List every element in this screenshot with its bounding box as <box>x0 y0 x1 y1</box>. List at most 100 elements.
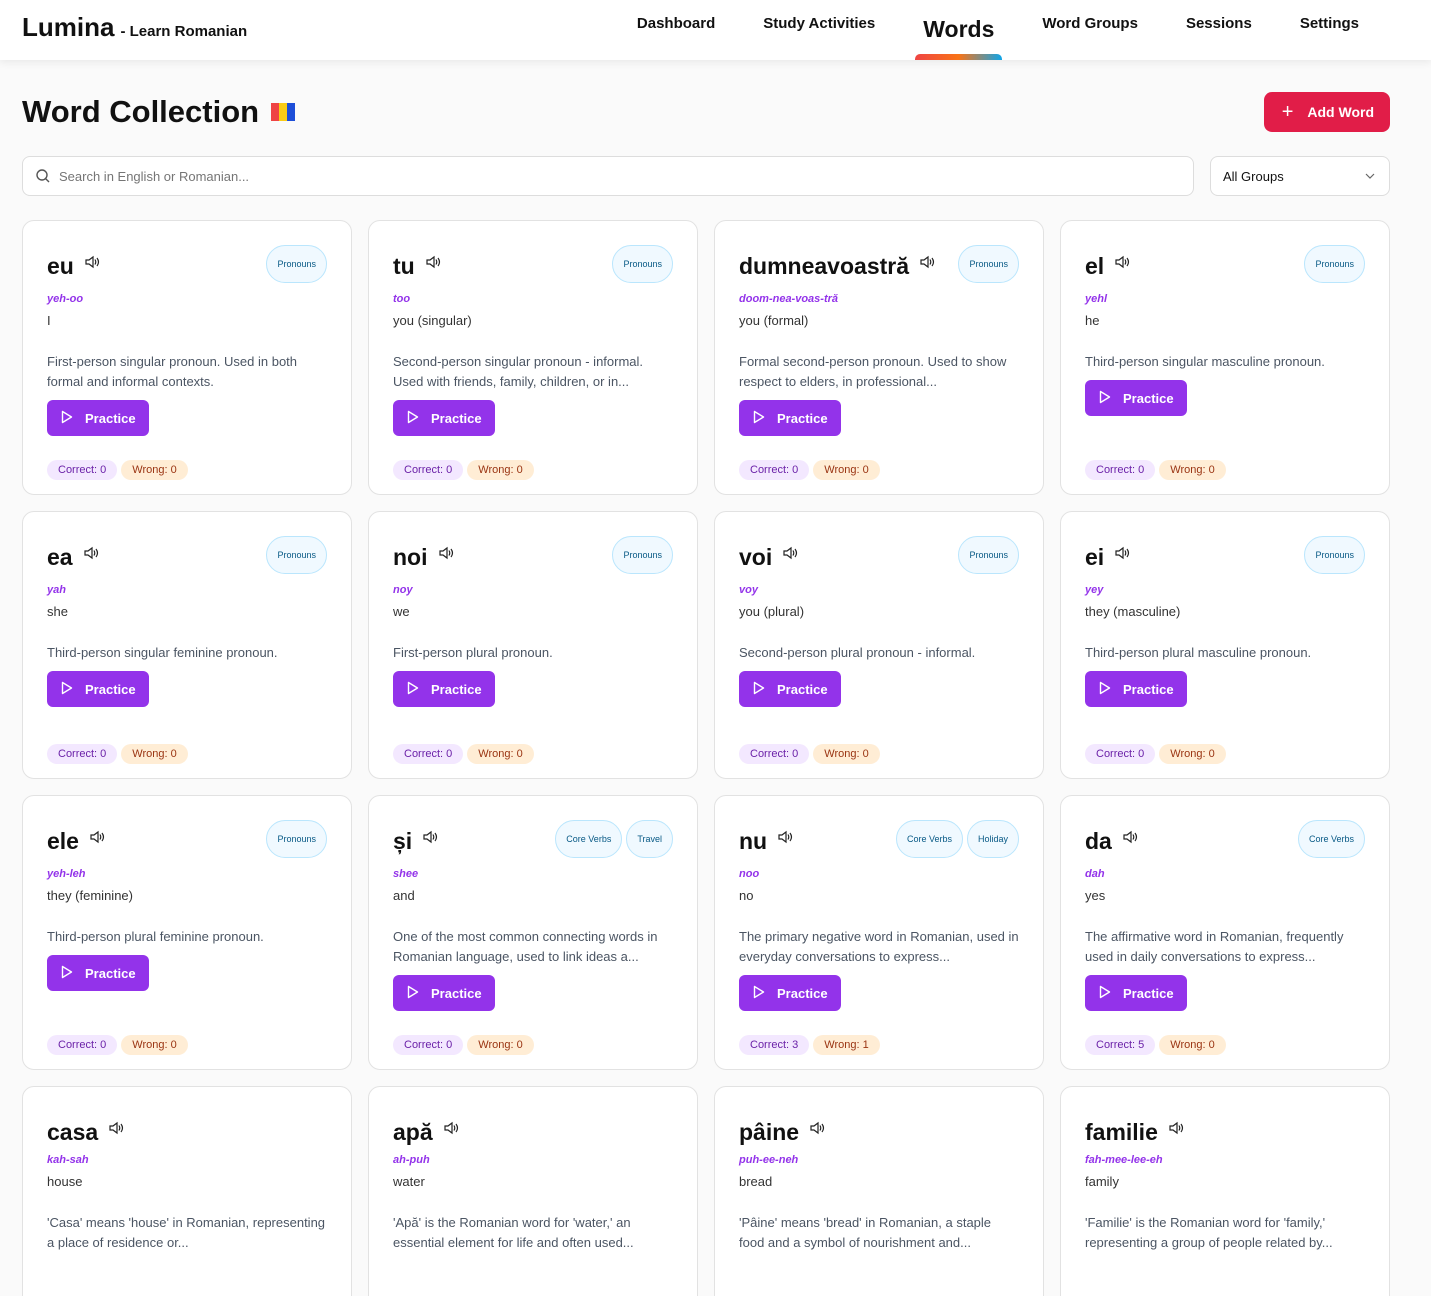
correct-count: Correct: 0 <box>393 460 464 480</box>
group-tag[interactable]: Pronouns <box>266 820 327 858</box>
nav-link-words[interactable]: Words <box>899 0 1018 60</box>
stats-row: Correct: 0 Wrong: 0 <box>393 1011 673 1055</box>
group-tag[interactable]: Core Verbs <box>895 820 963 858</box>
practice-label: Practice <box>85 965 136 981</box>
speaker-icon[interactable] <box>1122 830 1138 849</box>
nav-link-word-groups[interactable]: Word Groups <box>1018 0 1162 60</box>
practice-button[interactable]: Practice <box>393 975 495 1011</box>
group-tag[interactable]: Holiday <box>966 820 1019 858</box>
word-card: apă ah-puh water 'Apă' is the Romanian w… <box>368 1086 698 1296</box>
speaker-icon[interactable] <box>1114 255 1130 274</box>
description: Third-person plural feminine pronoun. <box>47 929 264 944</box>
group-tag[interactable]: Core Verbs <box>555 820 623 858</box>
stats-row: Correct: 3 Wrong: 1 <box>739 1011 1019 1055</box>
meaning: family <box>1085 1174 1119 1189</box>
practice-button[interactable]: Practice <box>47 671 149 707</box>
correct-count: Correct: 0 <box>47 744 118 764</box>
wrong-count: Wrong: 0 <box>1159 460 1226 480</box>
word-card: voi Pronouns voy you (plural) Second-pers… <box>714 511 1044 779</box>
wrong-count: Wrong: 1 <box>813 1035 880 1055</box>
speaker-icon[interactable] <box>777 830 793 849</box>
group-tag[interactable]: Pronouns <box>1304 536 1365 574</box>
speaker-icon[interactable] <box>438 546 454 565</box>
practice-button[interactable]: Practice <box>739 975 841 1011</box>
wrong-count: Wrong: 0 <box>1159 744 1226 764</box>
stats-row: Correct: 5 Wrong: 0 <box>1085 1011 1365 1055</box>
word-card: ea Pronouns yah she Third-person singular… <box>22 511 352 779</box>
practice-label: Practice <box>1123 985 1174 1001</box>
group-tag[interactable]: Pronouns <box>612 245 673 283</box>
pronunciation: yeh-oo <box>47 293 84 305</box>
speaker-icon[interactable] <box>443 1121 459 1140</box>
speaker-icon[interactable] <box>84 255 100 274</box>
speaker-icon[interactable] <box>809 1121 825 1140</box>
practice-button[interactable]: Practice <box>739 671 841 707</box>
speaker-icon[interactable] <box>782 546 798 565</box>
word-card: ei Pronouns yey they (masculine) Third-pe… <box>1060 511 1390 779</box>
practice-button[interactable]: Practice <box>47 955 149 991</box>
meaning: I <box>47 313 51 328</box>
practice-button[interactable]: Practice <box>1085 975 1187 1011</box>
practice-button[interactable]: Practice <box>393 671 495 707</box>
plus-icon: + <box>1281 100 1294 123</box>
search-input[interactable] <box>59 168 1193 184</box>
pronunciation: voy <box>739 584 758 596</box>
practice-button[interactable]: Practice <box>1085 671 1187 707</box>
group-select[interactable]: All Groups <box>1210 156 1390 196</box>
nav-link-sessions[interactable]: Sessions <box>1162 0 1276 60</box>
word-title: eu <box>47 253 74 279</box>
word-card: eu Pronouns yeh-oo I First-person singula… <box>22 220 352 495</box>
group-tag[interactable]: Travel <box>626 820 673 858</box>
add-word-button[interactable]: + Add Word <box>1263 92 1390 132</box>
play-icon <box>1099 681 1111 698</box>
practice-label: Practice <box>777 681 828 697</box>
description: Second-person singular pronoun - informa… <box>393 354 644 389</box>
word-grid: eu Pronouns yeh-oo I First-person singula… <box>0 196 1431 1296</box>
wrong-count: Wrong: 0 <box>467 1035 534 1055</box>
nav-link-dashboard[interactable]: Dashboard <box>613 0 739 60</box>
description: Second-person plural pronoun - informal. <box>739 645 976 660</box>
practice-button[interactable]: Practice <box>47 400 149 436</box>
brand[interactable]: Lumina - Learn Romanian <box>22 12 247 43</box>
practice-button[interactable]: Practice <box>393 400 495 436</box>
description: 'Pâine' means 'bread' in Romanian, a sta… <box>739 1215 992 1250</box>
word-title: apă <box>393 1119 433 1145</box>
group-tag[interactable]: Pronouns <box>958 245 1019 283</box>
word-title: voi <box>739 544 773 570</box>
practice-button[interactable]: Practice <box>739 400 841 436</box>
play-icon <box>1099 985 1111 1002</box>
stats-row: Correct: 0 Wrong: 0 <box>47 720 327 764</box>
word-title: tu <box>393 253 415 279</box>
group-tag[interactable]: Core Verbs <box>1297 820 1365 858</box>
practice-label: Practice <box>777 985 828 1001</box>
speaker-icon[interactable] <box>1168 1121 1184 1140</box>
nav-link-settings[interactable]: Settings <box>1276 0 1383 60</box>
speaker-icon[interactable] <box>425 255 441 274</box>
romania-flag-icon <box>271 103 296 121</box>
practice-button[interactable]: Practice <box>1085 380 1187 416</box>
group-tag[interactable]: Pronouns <box>266 245 327 283</box>
speaker-icon[interactable] <box>1114 546 1130 565</box>
search-box[interactable] <box>22 156 1194 196</box>
description: 'Casa' means 'house' in Romanian, repres… <box>47 1215 326 1250</box>
speaker-icon[interactable] <box>422 830 438 849</box>
group-tag[interactable]: Pronouns <box>612 536 673 574</box>
speaker-icon[interactable] <box>919 255 935 274</box>
group-tag[interactable]: Pronouns <box>1304 245 1365 283</box>
nav-link-study-activities[interactable]: Study Activities <box>739 0 899 60</box>
group-tag[interactable]: Pronouns <box>958 536 1019 574</box>
wrong-count: Wrong: 0 <box>121 1035 188 1055</box>
practice-label: Practice <box>1123 681 1174 697</box>
wrong-count: Wrong: 0 <box>121 460 188 480</box>
speaker-icon[interactable] <box>89 830 105 849</box>
group-tag[interactable]: Pronouns <box>266 536 327 574</box>
word-title: ea <box>47 544 73 570</box>
word-card: și Core Verbs Travel shee and One of the m… <box>368 795 698 1070</box>
meaning: house <box>47 1174 83 1189</box>
speaker-icon[interactable] <box>83 546 99 565</box>
wrong-count: Wrong: 0 <box>813 744 880 764</box>
stats-row: Correct: 0 Wrong: 0 <box>1085 720 1365 764</box>
correct-count: Correct: 5 <box>1085 1035 1156 1055</box>
word-card: dumneavoastră Pronouns doom-nea-voas-tră … <box>714 220 1044 495</box>
speaker-icon[interactable] <box>108 1121 124 1140</box>
